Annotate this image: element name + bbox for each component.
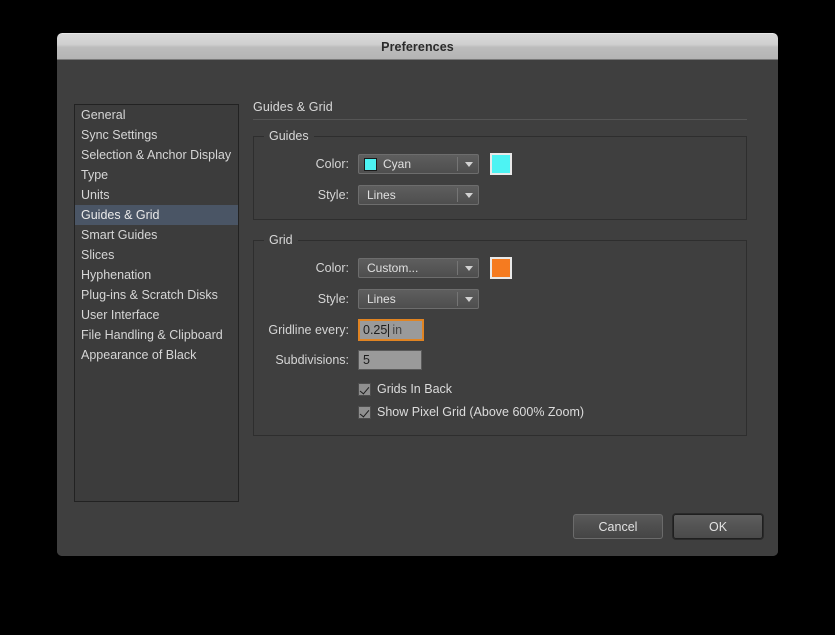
guides-style-row: Style: Lines [254, 185, 746, 205]
page-title: Guides & Grid [253, 100, 333, 114]
sidebar-item-type[interactable]: Type [75, 165, 238, 185]
subdivisions-value: 5 [363, 353, 370, 367]
grid-style-dropdown[interactable]: Lines [358, 289, 479, 309]
grid-style-row: Style: Lines [254, 289, 746, 309]
subdivisions-input[interactable]: 5 [358, 350, 422, 370]
grids-in-back-label: Grids In Back [377, 382, 453, 396]
dialog-titlebar[interactable]: Preferences [57, 33, 778, 60]
gridline-every-row: Gridline every: 0.25 in [254, 319, 746, 341]
chevron-down-icon[interactable] [462, 290, 475, 308]
sidebar-item-plugins-scratch-disks[interactable]: Plug-ins & Scratch Disks [75, 285, 238, 305]
grid-color-value: Custom... [367, 261, 419, 275]
sidebar-item-units[interactable]: Units [75, 185, 238, 205]
screen: Preferences General Sync Settings Select… [0, 0, 835, 635]
guides-grid-pane: Guides & Grid Guides Color: Cyan Style: … [253, 100, 747, 456]
show-pixel-grid-checkbox[interactable] [358, 405, 371, 419]
sidebar-item-file-handling-clipboard[interactable]: File Handling & Clipboard [75, 325, 238, 345]
chevron-down-icon[interactable] [462, 155, 475, 173]
subdivisions-label: Subdivisions: [275, 353, 349, 367]
grid-color-label: Color: [315, 261, 349, 275]
gridline-every-value: 0.25 [363, 323, 388, 337]
dropdown-separator [457, 157, 458, 171]
cancel-button[interactable]: Cancel [573, 514, 663, 539]
show-pixel-grid-row[interactable]: Show Pixel Grid (Above 600% Zoom) [254, 405, 746, 419]
guides-group: Guides Color: Cyan Style: Lines [253, 129, 747, 220]
sidebar-item-user-interface[interactable]: User Interface [75, 305, 238, 325]
guides-style-label: Style: [317, 188, 349, 202]
grids-in-back-checkbox[interactable] [358, 382, 371, 396]
sidebar-item-selection-anchor-display[interactable]: Selection & Anchor Display [75, 145, 238, 165]
title-divider [253, 119, 747, 120]
gridline-every-input[interactable]: 0.25 in [358, 319, 424, 341]
gridline-every-label: Gridline every: [268, 323, 349, 337]
guides-style-value: Lines [367, 188, 396, 202]
preferences-category-list[interactable]: General Sync Settings Selection & Anchor… [74, 104, 239, 502]
grid-color-dropdown[interactable]: Custom... [358, 258, 479, 278]
chevron-down-icon[interactable] [462, 259, 475, 277]
dropdown-separator [457, 261, 458, 275]
sidebar-item-smart-guides[interactable]: Smart Guides [75, 225, 238, 245]
sidebar-item-appearance-of-black[interactable]: Appearance of Black [75, 345, 238, 365]
guides-color-dropdown[interactable]: Cyan [358, 154, 479, 174]
sidebar-item-slices[interactable]: Slices [75, 245, 238, 265]
ok-button[interactable]: OK [673, 514, 763, 539]
preferences-dialog: Preferences General Sync Settings Select… [57, 33, 778, 556]
subdivisions-row: Subdivisions: 5 [254, 350, 746, 370]
sidebar-item-hyphenation[interactable]: Hyphenation [75, 265, 238, 285]
grid-group-legend: Grid [264, 233, 298, 247]
show-pixel-grid-label: Show Pixel Grid (Above 600% Zoom) [377, 405, 585, 419]
dialog-body: General Sync Settings Selection & Anchor… [57, 60, 778, 556]
dialog-title: Preferences [381, 39, 454, 54]
grids-in-back-row[interactable]: Grids In Back [254, 382, 746, 396]
grid-color-swatch-button[interactable] [490, 257, 512, 279]
dialog-footer: Cancel OK [573, 514, 763, 539]
grid-color-row: Color: Custom... [254, 257, 746, 279]
grid-style-value: Lines [367, 292, 396, 306]
sidebar-item-sync-settings[interactable]: Sync Settings [75, 125, 238, 145]
dropdown-separator [457, 188, 458, 202]
grid-style-label: Style: [317, 292, 349, 306]
sidebar-item-guides-grid[interactable]: Guides & Grid [75, 205, 238, 225]
gridline-every-unit: in [392, 323, 403, 337]
text-cursor [388, 323, 390, 337]
guides-group-legend: Guides [264, 129, 314, 143]
guides-color-swatch-button[interactable] [490, 153, 512, 175]
guides-color-chip [364, 157, 377, 171]
chevron-down-icon[interactable] [462, 186, 475, 204]
guides-style-dropdown[interactable]: Lines [358, 185, 479, 205]
sidebar-item-general[interactable]: General [75, 105, 238, 125]
guides-color-value: Cyan [383, 157, 412, 171]
guides-color-label: Color: [315, 157, 349, 171]
grid-group: Grid Color: Custom... Style: Lines Gridl… [253, 233, 747, 436]
dropdown-separator [457, 292, 458, 306]
guides-color-row: Color: Cyan [254, 153, 746, 175]
